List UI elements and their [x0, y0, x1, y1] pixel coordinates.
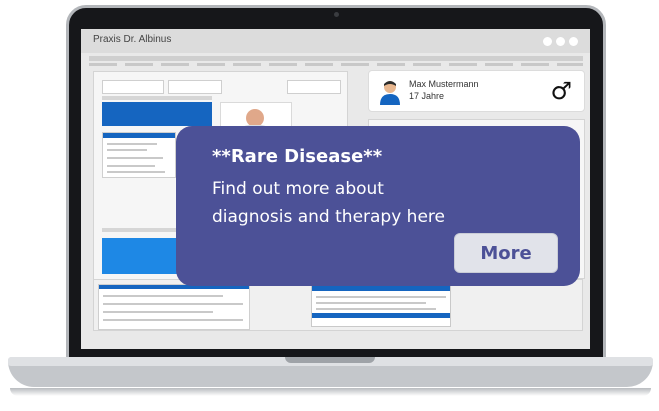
app-title: Praxis Dr. Albinus	[93, 34, 172, 45]
header-field[interactable]	[287, 80, 341, 94]
toolbar	[89, 56, 583, 61]
rare-disease-promo[interactable]: **Rare Disease** Find out more about dia…	[176, 126, 580, 286]
header-field[interactable]	[168, 80, 222, 94]
selected-block[interactable]	[102, 102, 212, 126]
window-dot-2-icon[interactable]	[556, 37, 565, 46]
laptop-shadow	[10, 388, 651, 396]
title-bar: Praxis Dr. Albinus	[81, 29, 590, 53]
patient-card[interactable]: Max Mustermann 17 Jahre ♂	[368, 70, 585, 112]
label-bar	[102, 96, 212, 100]
results-table	[311, 285, 451, 327]
mini-table	[98, 284, 250, 330]
male-symbol-icon: ♂	[550, 77, 572, 105]
promo-body: Find out more about diagnosis and therap…	[212, 179, 445, 227]
window-dot-3-icon[interactable]	[569, 37, 578, 46]
more-button[interactable]: More	[454, 233, 558, 273]
promo-title: **Rare Disease**	[212, 146, 383, 167]
camera-icon	[334, 12, 339, 17]
mini-table	[102, 132, 176, 178]
window-dot-1-icon[interactable]	[543, 37, 552, 46]
person-avatar-icon	[380, 81, 400, 105]
laptop-notch	[285, 357, 375, 363]
patient-age: 17 Jahre	[409, 91, 445, 101]
header-field[interactable]	[102, 80, 164, 94]
patient-name: Max Mustermann	[409, 79, 479, 89]
menu-bar	[89, 63, 583, 66]
